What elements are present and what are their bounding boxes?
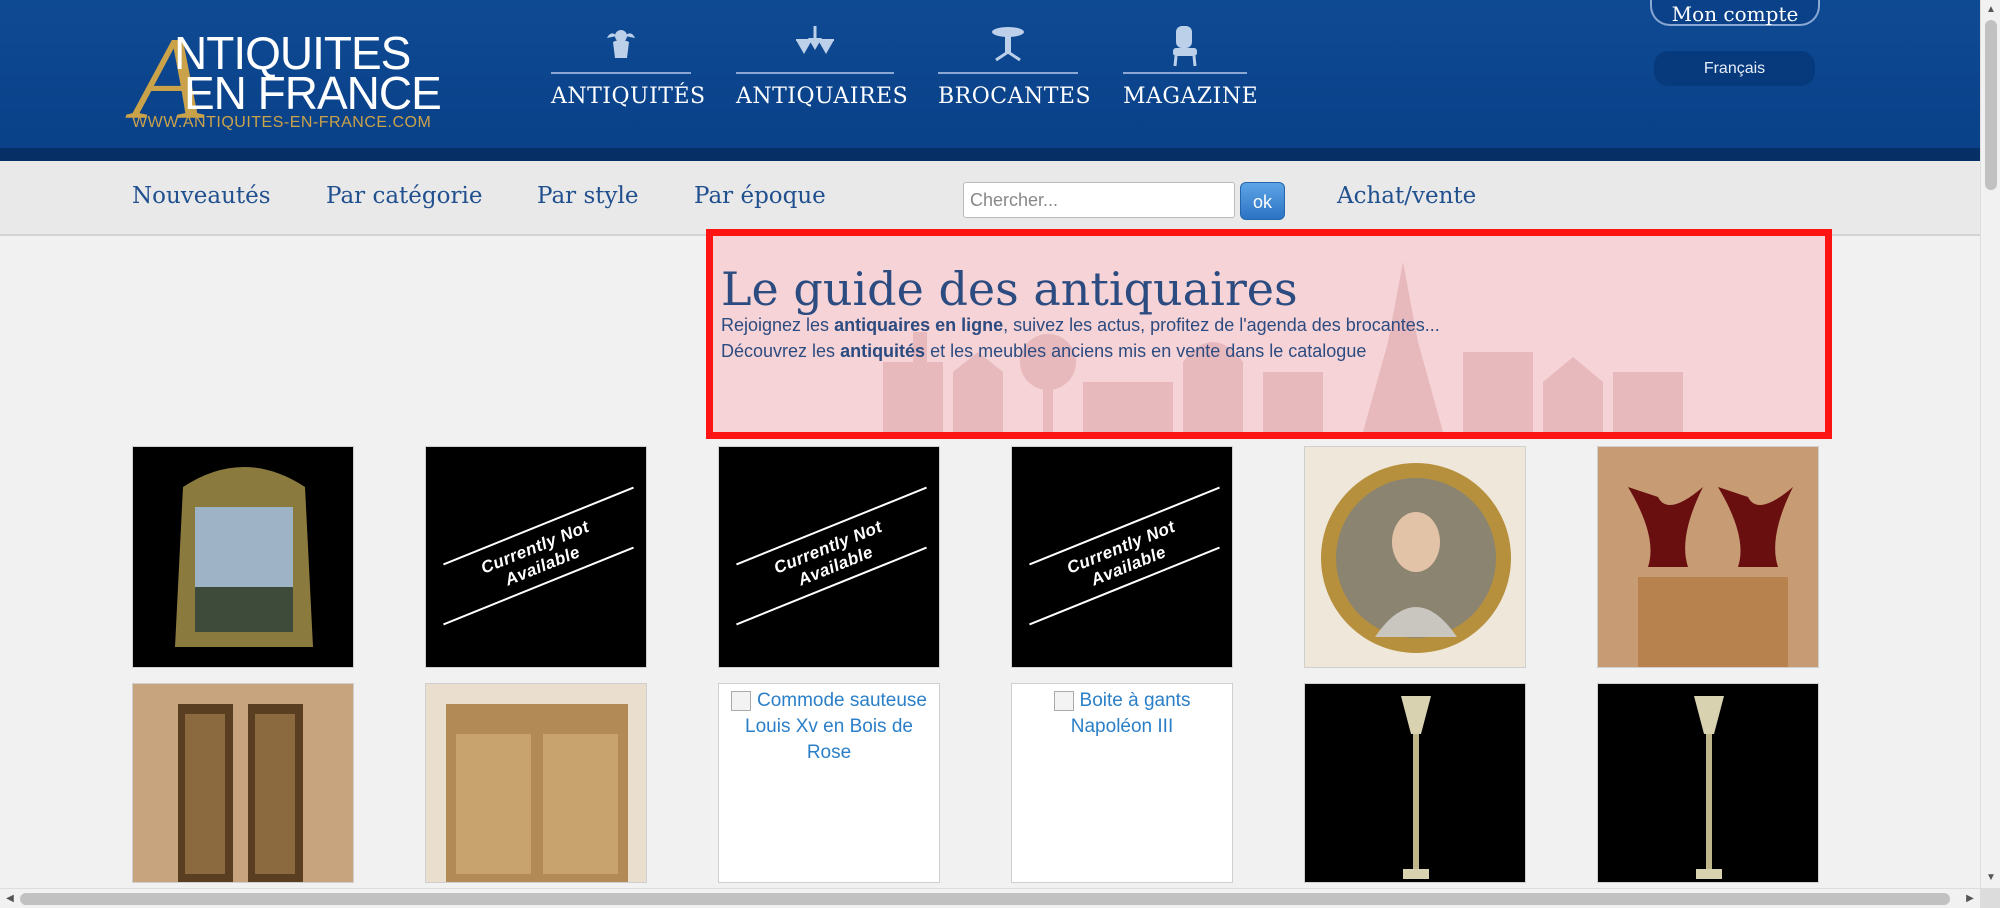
subnav-par-epoque[interactable]: Par époque (694, 183, 826, 209)
lamp-image (1694, 696, 1724, 879)
logo-line-2: EN FRANCE (184, 67, 442, 119)
product-tile-boite-a-gants[interactable]: Boite à gants Napoléon III (1011, 683, 1233, 883)
hero-banner: Le guide des antiquaires Rejoignez les a… (706, 229, 1832, 439)
product-tile-unavailable[interactable]: Currently Not Available (1011, 446, 1233, 668)
main-nav-antiquaires[interactable]: ANTIQUAIRES (736, 24, 909, 114)
broken-image-icon (1053, 690, 1074, 711)
scroll-up-icon[interactable]: ▲ (1981, 0, 2000, 20)
hero-title: Le guide des antiquaires (721, 262, 1298, 316)
product-tile-commode[interactable]: Commode sauteuse Louis Xv en Bois de Ros… (718, 683, 940, 883)
product-tile-vitrines[interactable] (132, 683, 354, 883)
vertical-scroll-thumb[interactable] (1985, 20, 1997, 190)
hero-line-2: Découvrez les antiquités et les meubles … (721, 341, 1367, 361)
portrait-image (1321, 463, 1511, 653)
product-tile-unavailable[interactable]: Currently Not Available (718, 446, 940, 668)
hero-link-antiquites[interactable]: antiquités (840, 341, 925, 361)
subnav-nouveautes[interactable]: Nouveautés (132, 183, 271, 209)
product-tile-unavailable[interactable]: Currently Not Available (425, 446, 647, 668)
site-header: A NTIQUITES EN FRANCE WWW.ANTIQUITES-EN-… (0, 0, 1980, 161)
main-nav-antiquites[interactable]: ANTIQUITÉS (551, 24, 706, 114)
scroll-left-icon[interactable]: ◀ (0, 889, 20, 908)
lamp-image (1401, 696, 1431, 879)
image-alt-text: Commode sauteuse Louis Xv en Bois de Ros… (745, 690, 928, 763)
main-nav-label: ANTIQUAIRES (736, 84, 909, 109)
vitrines-image (178, 704, 303, 882)
my-account-button[interactable]: Mon compte (1650, 0, 1820, 26)
hero-line-1: Rejoignez les antiquaires en ligne, suiv… (721, 315, 1440, 335)
scroll-down-icon[interactable]: ▼ (1981, 868, 2000, 888)
search-input[interactable] (963, 182, 1235, 218)
cherub-icon (551, 24, 691, 68)
vertical-scrollbar[interactable]: ▲ ▼ (1980, 0, 2000, 888)
language-selector[interactable]: Français (1654, 51, 1815, 86)
mirror-image (175, 467, 313, 647)
product-tile-mirror[interactable] (132, 446, 354, 668)
scroll-right-icon[interactable]: ▶ (1960, 889, 1980, 908)
product-tile-vases[interactable] (1597, 446, 1819, 668)
cabinet-image (446, 704, 628, 882)
horizontal-scrollbar[interactable]: ◀ ▶ (0, 888, 1980, 908)
hero-link-antiquaires[interactable]: antiquaires en ligne (834, 315, 1003, 335)
horizontal-scroll-thumb[interactable] (20, 893, 1950, 905)
product-tile-lamp[interactable] (1304, 683, 1526, 883)
search-ok-button[interactable]: ok (1240, 182, 1285, 220)
main-nav-label: ANTIQUITÉS (551, 84, 706, 109)
vases-image (1628, 487, 1793, 667)
broken-image-icon (730, 690, 751, 711)
main-nav-magazine[interactable]: MAGAZINE (1123, 24, 1259, 114)
image-alt-text: Boite à gants Napoléon III (1070, 690, 1191, 737)
table-icon (938, 24, 1078, 68)
subnav-achat-vente[interactable]: Achat/vente (1337, 183, 1476, 209)
main-nav-brocantes[interactable]: BROCANTES (938, 24, 1092, 114)
subnav-par-style[interactable]: Par style (537, 183, 638, 209)
site-logo[interactable]: A NTIQUITES EN FRANCE WWW.ANTIQUITES-EN-… (132, 20, 442, 138)
product-tile-portrait[interactable] (1304, 446, 1526, 668)
logo-url: WWW.ANTIQUITES-EN-FRANCE.COM (132, 114, 432, 131)
product-tile-cabinet[interactable] (425, 683, 647, 883)
chair-icon (1123, 24, 1247, 68)
subnav-par-categorie[interactable]: Par catégorie (326, 183, 482, 209)
main-nav-label: BROCANTES (938, 84, 1092, 109)
main-nav-label: MAGAZINE (1123, 84, 1259, 109)
product-tile-lamp[interactable] (1597, 683, 1819, 883)
chandelier-icon (736, 24, 894, 68)
